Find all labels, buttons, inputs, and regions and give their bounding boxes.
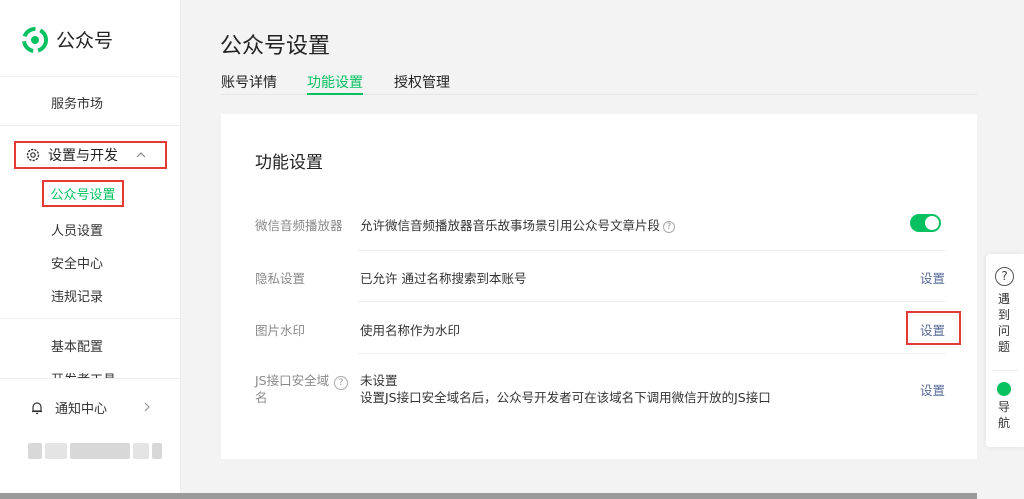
page-title: 公众号设置 bbox=[220, 34, 331, 59]
user-info-blurred[interactable] bbox=[28, 443, 162, 459]
toggle-knob bbox=[925, 216, 939, 230]
logo-icon bbox=[22, 26, 48, 53]
row-label: JS接口安全域名 bbox=[255, 373, 330, 405]
sidebar-item-violations[interactable]: 违规记录 bbox=[51, 286, 103, 305]
setting-row-audio-player: 微信音频播放器 允许微信音频播放器音乐故事场景引用公众号文章片段? bbox=[255, 214, 945, 234]
nav-icon[interactable] bbox=[997, 382, 1011, 396]
notifications-label: 通知中心 bbox=[55, 402, 108, 417]
sidebar-item-basic-config[interactable]: 基本配置 bbox=[51, 336, 103, 355]
question-icon[interactable]: ? bbox=[995, 267, 1014, 286]
floating-help-panel: ? 遇到问题 导航 bbox=[986, 254, 1024, 447]
sidebar-item-notifications[interactable]: 通知中心 bbox=[31, 398, 107, 417]
privacy-settings-link[interactable]: 设置 bbox=[920, 268, 945, 287]
gear-icon bbox=[26, 148, 40, 162]
row-label: 隐私设置 bbox=[255, 271, 306, 286]
feature-settings-card: 功能设置 微信音频播放器 允许微信音频播放器音乐故事场景引用公众号文章片段? 隐… bbox=[221, 114, 977, 459]
row-value: 未设置 设置JS接口安全域名后，公众号开发者可在该域名下调用微信开放的JS接口 bbox=[360, 373, 771, 405]
help-icon[interactable]: ? bbox=[663, 220, 676, 233]
tab-authorization[interactable]: 授权管理 bbox=[394, 72, 450, 95]
sidebar-item-account-settings[interactable]: 公众号设置 bbox=[42, 180, 124, 207]
sidebar-item-staff-settings[interactable]: 人员设置 bbox=[51, 220, 103, 239]
card-title: 功能设置 bbox=[255, 153, 323, 173]
row-divider bbox=[358, 250, 945, 251]
sidebar-divider bbox=[0, 76, 180, 77]
setting-row-privacy: 隐私设置 已允许 通过名称搜索到本账号 设置 bbox=[255, 268, 945, 288]
sidebar-group-label: 设置与开发 bbox=[48, 148, 118, 164]
sidebar-divider bbox=[0, 318, 180, 319]
row-divider bbox=[358, 301, 945, 302]
audio-player-toggle[interactable] bbox=[910, 214, 941, 232]
tab-feature-settings[interactable]: 功能设置 bbox=[307, 72, 363, 95]
help-icon[interactable]: ? bbox=[334, 376, 348, 390]
setting-row-js-domain: JS接口安全域名 ? 未设置 设置JS接口安全域名后，公众号开发者可在该域名下调用… bbox=[255, 372, 945, 412]
tab-bar: 账号详情 功能设置 授权管理 bbox=[221, 72, 977, 95]
bottom-scrollbar[interactable] bbox=[0, 493, 977, 499]
sidebar-group-settings-dev[interactable]: 设置与开发 bbox=[14, 141, 167, 169]
bell-icon bbox=[32, 401, 42, 414]
panel-divider bbox=[992, 370, 1018, 371]
row-value: 使用名称作为水印 bbox=[360, 323, 461, 338]
brand-logo[interactable]: 公众号 bbox=[22, 26, 113, 53]
row-label: 图片水印 bbox=[255, 323, 306, 338]
sidebar-item-security-center[interactable]: 安全中心 bbox=[51, 253, 103, 272]
row-value: 已允许 通过名称搜索到本账号 bbox=[360, 271, 527, 286]
highlight-box bbox=[906, 311, 961, 345]
help-text[interactable]: 遇到问题 bbox=[996, 291, 1012, 355]
row-value: 允许微信音频播放器音乐故事场景引用公众号文章片段? bbox=[360, 215, 676, 234]
nav-text[interactable]: 导航 bbox=[996, 399, 1012, 431]
chevron-up-icon bbox=[136, 152, 146, 158]
sidebar-divider bbox=[0, 378, 180, 379]
row-label: 微信音频播放器 bbox=[255, 218, 343, 233]
row-divider bbox=[358, 353, 945, 354]
sidebar-divider bbox=[0, 125, 180, 126]
tab-account-details[interactable]: 账号详情 bbox=[221, 72, 277, 95]
sidebar: 公众号 服务市场 设置与开发 公众号设置 人员设置 安全中心 违规记录 基本配置… bbox=[0, 0, 181, 493]
setting-row-watermark: 图片水印 使用名称作为水印 设置 bbox=[255, 320, 945, 340]
js-domain-settings-link[interactable]: 设置 bbox=[920, 380, 945, 399]
sidebar-item-service-market[interactable]: 服务市场 bbox=[51, 93, 103, 112]
brand-name: 公众号 bbox=[56, 30, 114, 52]
chevron-right-icon bbox=[144, 402, 150, 412]
